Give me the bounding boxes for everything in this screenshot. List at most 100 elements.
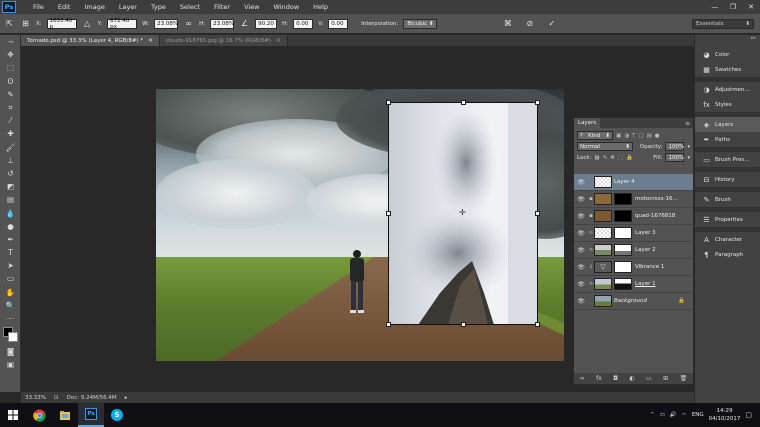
more-tools-icon[interactable]: ⋯ — [0, 312, 21, 325]
layer-row-vibrance-1[interactable]: 👁 ↓ ▽ Vibrance 1 — [574, 259, 693, 276]
lasso-tool-icon[interactable]: ʘ — [0, 75, 21, 88]
wifi-icon[interactable]: ⌔ — [682, 412, 687, 419]
visibility-eye-icon[interactable]: 👁 — [574, 196, 588, 203]
visibility-eye-icon[interactable]: 👁 — [574, 264, 588, 271]
transform-handle-l[interactable] — [386, 211, 391, 216]
transform-handle-tl[interactable] — [386, 100, 391, 105]
dock-paragraph[interactable]: ¶ Paragraph — [695, 247, 760, 262]
move-tool-icon[interactable]: ✥ — [0, 48, 21, 61]
brush-tool-icon[interactable]: 🖌 — [0, 141, 21, 154]
eyedropper-tool-icon[interactable]: ⁄ — [0, 114, 21, 127]
notifications-icon[interactable]: ▢ — [745, 411, 752, 419]
interpolation-select[interactable]: Bicubic ⬍ — [403, 18, 438, 29]
kind-filter-select[interactable]: ⌕ Kind ⬍ — [577, 131, 613, 140]
close-button[interactable]: ✕ — [742, 3, 760, 11]
layer-row-layer-3[interactable]: 👁 ∞ Layer 3 — [574, 225, 693, 242]
dock-color[interactable]: ◕ Color — [695, 47, 760, 62]
blur-tool-icon[interactable]: 💧 — [0, 206, 21, 219]
reference-point-icon[interactable]: ⊞ — [20, 18, 31, 29]
y-input[interactable]: 672.40 px — [107, 18, 138, 30]
filter-smart-object-icon[interactable]: ▤ — [647, 133, 652, 139]
layer-mask-thumbnail[interactable] — [614, 261, 632, 273]
transform-bounding-box[interactable]: ✛ — [386, 100, 540, 327]
menu-window[interactable]: Window — [267, 3, 307, 11]
layer-row-motocross[interactable]: 👁 ▪ motocross-16... — [574, 191, 693, 208]
dodge-tool-icon[interactable]: ● — [0, 220, 21, 233]
visibility-eye-icon[interactable]: 👁 — [574, 281, 588, 288]
fill-dropdown-icon[interactable]: ▾ — [687, 155, 690, 161]
marquee-tool-icon[interactable]: ⬚ — [0, 61, 21, 74]
filter-shape-icon[interactable]: ▢ — [638, 133, 643, 139]
menu-help[interactable]: Help — [306, 3, 335, 11]
taskbar-photoshop[interactable]: Ps — [78, 403, 104, 427]
menu-view[interactable]: View — [237, 3, 266, 11]
layer-row-quad[interactable]: 👁 ▪ quad-1676818 — [574, 208, 693, 225]
layer-row-layer-2[interactable]: 👁 ∞ Layer 2 — [574, 242, 693, 259]
pen-tool-icon[interactable]: ✒ — [0, 233, 21, 246]
dock-history[interactable]: ⊟ History — [695, 172, 760, 187]
layer-row-background[interactable]: 👁 Background 🔒 — [574, 293, 693, 310]
lock-transparency-icon[interactable]: ▦ — [594, 155, 599, 161]
vskew-input[interactable]: 0.00 — [328, 18, 349, 29]
dock-paths[interactable]: ✒ Paths — [695, 132, 760, 147]
tray-expand-icon[interactable]: ⌃ — [650, 412, 655, 418]
lock-pixels-icon[interactable]: ✎ — [603, 155, 608, 161]
link-layers-icon[interactable]: ∞ — [580, 375, 585, 382]
filter-pixel-icon[interactable]: ▣ — [616, 133, 621, 139]
taskbar-clock[interactable]: 14:29 04/10/2017 — [709, 407, 741, 423]
hand-tool-icon[interactable]: ✋ — [0, 286, 21, 299]
opacity-input[interactable]: 100% — [665, 142, 685, 151]
dock-layers[interactable]: ◈ Layers — [695, 117, 760, 132]
link-icon[interactable]: ∞ — [183, 18, 194, 29]
taskbar-file-explorer[interactable] — [52, 403, 78, 427]
angle-input[interactable]: 90.20 — [255, 18, 278, 29]
visibility-eye-icon[interactable]: 👁 — [574, 179, 588, 186]
layer-name[interactable]: Vibrance 1 — [635, 264, 693, 270]
h-input[interactable]: 23.08% — [210, 18, 235, 29]
quick-select-tool-icon[interactable]: ✎ — [0, 88, 21, 101]
lock-position-icon[interactable]: ✥ — [610, 155, 615, 161]
transform-handle-r[interactable] — [535, 211, 540, 216]
zoom-level[interactable]: 33.33% — [25, 395, 46, 401]
transform-center-icon[interactable]: ✛ — [459, 209, 466, 217]
delete-layer-icon[interactable]: 🗑 — [680, 375, 688, 382]
volume-icon[interactable]: 🔊 — [670, 412, 677, 418]
screen-mode-icon[interactable]: ▣ — [0, 358, 21, 371]
start-button[interactable] — [0, 403, 26, 427]
dock-properties[interactable]: ☰ Properties — [695, 212, 760, 227]
hskew-input[interactable]: 0.00 — [293, 18, 314, 29]
shape-tool-icon[interactable]: ▭ — [0, 272, 21, 285]
taskbar-chrome[interactable] — [26, 403, 52, 427]
lock-all-icon[interactable]: 🔒 — [626, 155, 633, 161]
quick-mask-icon[interactable]: ◙ — [0, 345, 21, 358]
menu-layer[interactable]: Layer — [112, 3, 144, 11]
dock-character[interactable]: A Character — [695, 232, 760, 247]
layer-name[interactable]: Layer 3 — [635, 230, 693, 236]
minimize-button[interactable]: — — [706, 3, 724, 11]
layer-name[interactable]: Layer 2 — [635, 247, 693, 253]
menu-image[interactable]: Image — [77, 3, 111, 11]
tab-tornado[interactable]: Tornado.psd @ 33.3% (Layer 4, RGB/8#) * ✕ — [21, 35, 160, 46]
dock-styles[interactable]: fx Styles — [695, 97, 760, 112]
menu-edit[interactable]: Edit — [51, 3, 78, 11]
commit-transform-icon[interactable]: ✓ — [546, 18, 557, 29]
warp-mode-icon[interactable]: ⌘ — [502, 18, 513, 29]
layer-row-layer-1[interactable]: 👁 ∞ Layer 1 — [574, 276, 693, 293]
menu-select[interactable]: Select — [173, 3, 207, 11]
layer-mask-thumbnail[interactable] — [614, 210, 632, 222]
visibility-eye-icon[interactable]: 👁 — [574, 213, 588, 220]
layer-name[interactable]: quad-1676818 — [635, 213, 693, 219]
new-adjustment-icon[interactable]: ◐ — [629, 375, 634, 382]
tab-close-icon[interactable]: ✕ — [276, 38, 281, 44]
menu-type[interactable]: Type — [144, 3, 173, 11]
path-select-tool-icon[interactable]: ➤ — [0, 259, 21, 272]
layer-name[interactable]: motocross-16... — [635, 196, 693, 202]
input-language[interactable]: ENG — [692, 412, 704, 418]
status-menu-icon[interactable]: ▸ — [125, 395, 128, 401]
filter-toggle-icon[interactable]: ● — [655, 133, 660, 139]
restore-button[interactable]: ❐ — [724, 3, 742, 11]
relative-positioning-icon[interactable]: △ — [82, 18, 93, 29]
new-group-icon[interactable]: ▭ — [646, 375, 652, 382]
dock-swatches[interactable]: ▦ Swatches — [695, 62, 760, 77]
transform-handle-tr[interactable] — [535, 100, 540, 105]
